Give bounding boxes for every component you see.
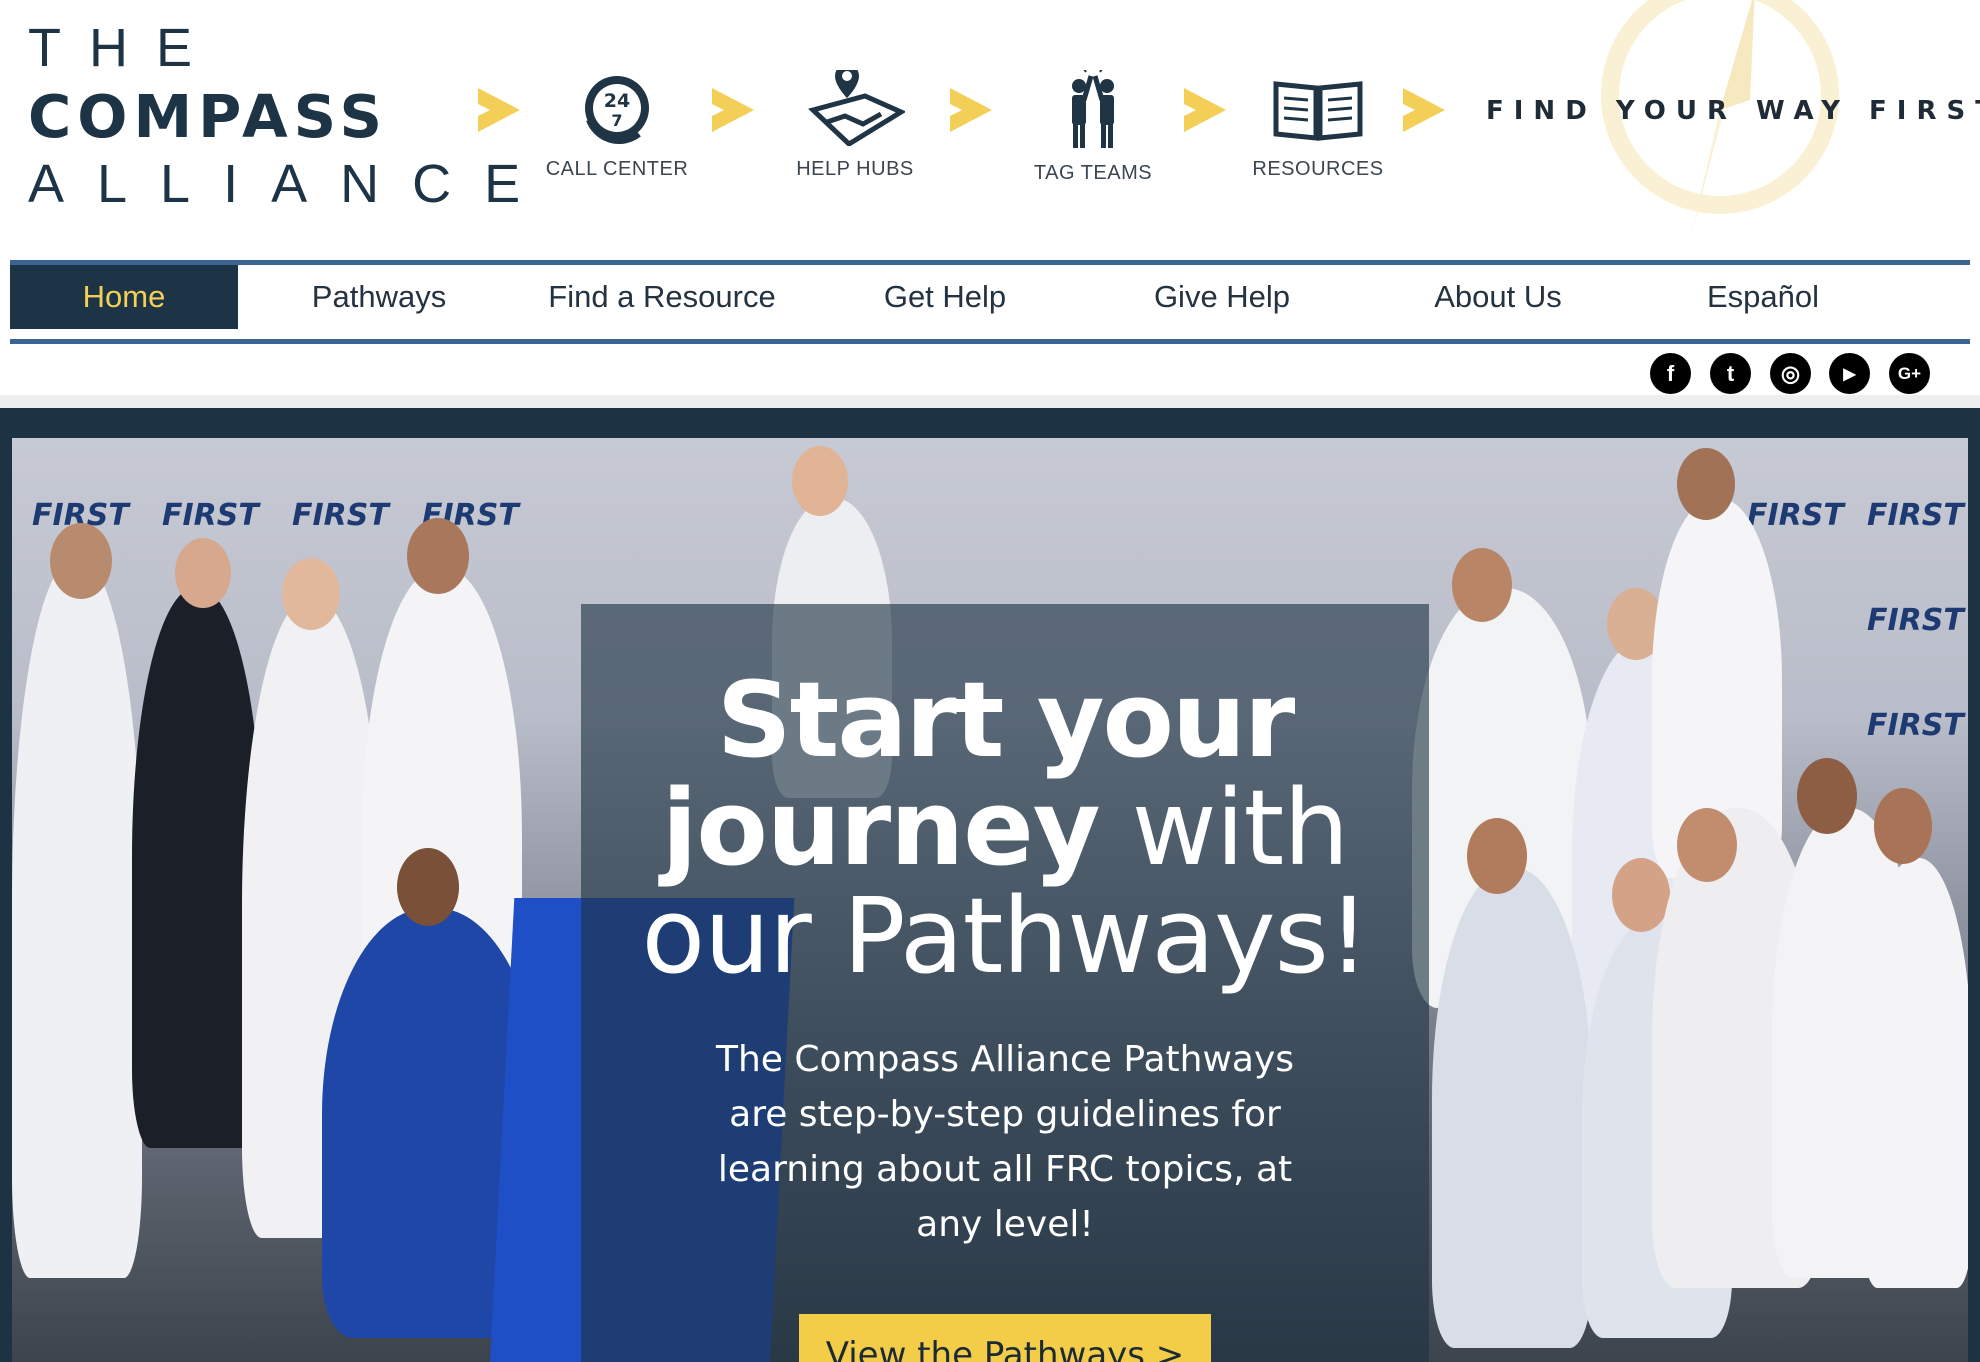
google-plus-icon[interactable]: G+	[1889, 353, 1930, 394]
instagram-icon[interactable]: ◎	[1770, 353, 1811, 394]
tagline: FIND YOUR WAY FIRST	[1486, 96, 1980, 126]
hero-headline: Start your journey with our Pathways!	[581, 666, 1429, 990]
step-tag-teams[interactable]: TAG TEAMS	[1003, 70, 1183, 185]
team-photo: FIRST FIRST FIRST FIRST FIRST FIRST FIRS…	[12, 438, 1968, 1362]
youtube-icon[interactable]: ▶	[1829, 353, 1870, 394]
nav-item-find-a-resource[interactable]: Find a Resource	[520, 265, 804, 329]
nav-item-get-help[interactable]: Get Help	[804, 265, 1086, 329]
headline-journey: journey	[661, 767, 1101, 889]
compass-alliance-logo[interactable]: THE COMPASS ALLIANCE	[28, 20, 553, 212]
nav-item-home[interactable]: Home	[10, 265, 238, 329]
step-label: HELP HUBS	[796, 158, 914, 180]
nav-item-pathways[interactable]: Pathways	[238, 265, 520, 329]
hero-section: FIRST FIRST FIRST FIRST FIRST FIRST FIRS…	[0, 408, 1980, 1362]
hero-overlay: Start your journey with our Pathways! Th…	[581, 604, 1429, 1362]
facebook-icon[interactable]: f	[1650, 353, 1691, 394]
hero-description: The Compass Alliance Pathways are step-b…	[715, 1039, 1295, 1245]
svg-text:7: 7	[611, 111, 622, 130]
compass-watermark-icon	[1601, 0, 1839, 240]
headline-with: with	[1099, 767, 1350, 889]
divider	[0, 395, 1980, 408]
step-help-hubs[interactable]: HELP HUBS	[765, 70, 945, 181]
main-nav: Home Pathways Find a Resource Get Help G…	[10, 260, 1970, 344]
first-logo-text: FIRST	[1867, 708, 1964, 743]
first-logo-text: FIRST	[1747, 498, 1844, 533]
first-logo-text: FIRST	[1867, 498, 1964, 533]
nav-item-about-us[interactable]: About Us	[1358, 265, 1638, 329]
nav-item-give-help[interactable]: Give Help	[1086, 265, 1358, 329]
first-logo-text: FIRST	[292, 498, 389, 533]
high-five-icon	[1072, 70, 1114, 148]
view-pathways-button[interactable]: View the Pathways >	[799, 1314, 1211, 1362]
map-pin-icon	[808, 70, 905, 146]
first-logo-text: FIRST	[162, 498, 259, 533]
headline-line-1: Start your	[716, 659, 1296, 781]
nav-item-espanol[interactable]: Español	[1638, 265, 1888, 329]
first-logo-text: FIRST	[1867, 603, 1964, 638]
headline-line-3: our Pathways!	[641, 875, 1369, 997]
twitter-icon[interactable]: t	[1710, 353, 1751, 394]
step-label: RESOURCES	[1252, 158, 1384, 180]
site-header: THE COMPASS ALLIANCE 24 7 CALL CENTER HE…	[0, 0, 1980, 255]
headline-line-2: journey with	[581, 774, 1429, 882]
chevron-right-icon	[712, 88, 754, 132]
step-label: CALL CENTER	[545, 158, 689, 180]
open-book-icon	[1273, 81, 1363, 141]
step-call-center[interactable]: 24 7 CALL CENTER	[527, 70, 707, 181]
logo-line-the: THE	[28, 18, 220, 78]
svg-text:24: 24	[604, 90, 630, 112]
logo-line-alliance: ALLIANCE	[28, 154, 554, 214]
chevron-right-icon	[478, 88, 520, 132]
chevron-right-icon	[950, 88, 992, 132]
logo-line-compass: COMPASS	[28, 82, 388, 151]
call-center-24-7-icon: 24 7	[585, 76, 649, 144]
step-label: TAG TEAMS	[1033, 162, 1153, 184]
chevron-right-icon	[1184, 88, 1226, 132]
step-resources[interactable]: RESOURCES	[1228, 70, 1408, 181]
chevron-right-icon	[1403, 88, 1445, 132]
